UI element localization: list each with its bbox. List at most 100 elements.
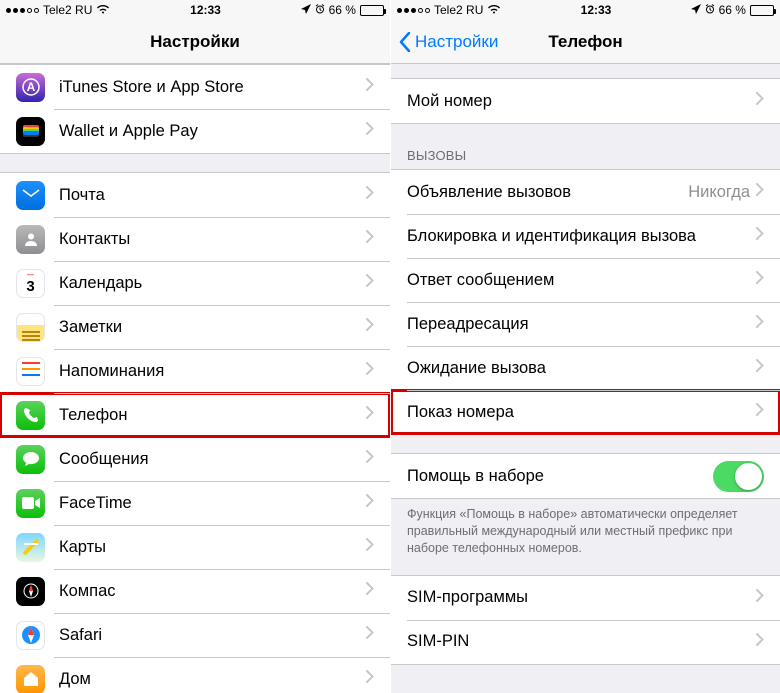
compass-icon [16, 577, 45, 606]
calendar-icon: —3 [16, 269, 45, 298]
row-label: SIM-PIN [407, 632, 756, 651]
row-label: iTunes Store и App Store [59, 78, 366, 97]
chevron-right-icon [366, 450, 374, 468]
phone-row-block-id[interactable]: Блокировка и идентификация вызова [391, 214, 780, 258]
mail-icon [16, 181, 45, 210]
back-label: Настройки [415, 32, 498, 52]
chevron-right-icon [366, 362, 374, 380]
phone-row-announce[interactable]: Объявление вызовов Никогда [391, 170, 780, 214]
chevron-right-icon [366, 318, 374, 336]
status-bar: Tele2 RU 12:33 66 % [0, 0, 390, 20]
chevron-right-icon [756, 359, 764, 377]
row-label: Помощь в наборе [407, 467, 713, 486]
chevron-right-icon [366, 582, 374, 600]
row-label: Компас [59, 582, 366, 601]
status-time: 12:33 [581, 3, 612, 17]
row-label: Wallet и Apple Pay [59, 122, 366, 141]
row-label: SIM-программы [407, 588, 756, 607]
row-label: Почта [59, 186, 366, 205]
chevron-right-icon [366, 274, 374, 292]
battery-icon [360, 5, 384, 16]
settings-row-mail[interactable]: Почта [0, 173, 390, 217]
chevron-right-icon [756, 589, 764, 607]
row-label: Показ номера [407, 403, 756, 422]
messages-icon [16, 445, 45, 474]
chevron-right-icon [366, 670, 374, 688]
location-icon [301, 3, 311, 17]
chevron-right-icon [366, 230, 374, 248]
chevron-right-icon [366, 406, 374, 424]
settings-row-reminders[interactable]: Напоминания [0, 349, 390, 393]
alarm-icon [705, 3, 715, 17]
back-button[interactable]: Настройки [399, 32, 498, 52]
row-label: Ответ сообщением [407, 271, 756, 290]
chevron-right-icon [756, 403, 764, 421]
row-label: Объявление вызовов [407, 183, 688, 202]
settings-row-calendar[interactable]: —3 Календарь [0, 261, 390, 305]
nav-bar: Настройки [0, 20, 390, 64]
phone-row-my-number[interactable]: Мой номер [391, 79, 780, 123]
wifi-icon [487, 3, 501, 17]
nav-bar: Настройки Телефон [391, 20, 780, 64]
phone-row-waiting[interactable]: Ожидание вызова [391, 346, 780, 390]
chevron-right-icon [366, 78, 374, 96]
chevron-right-icon [366, 122, 374, 140]
home-icon [16, 665, 45, 693]
row-label: Мой номер [407, 92, 756, 111]
chevron-right-icon [756, 315, 764, 333]
phone-settings-screen: Tele2 RU 12:33 66 % Настройки Телефон Мо… [390, 0, 780, 693]
dial-assist-toggle[interactable] [713, 461, 764, 492]
settings-row-wallet[interactable]: Wallet и Apple Pay [0, 109, 390, 153]
row-label: Заметки [59, 318, 366, 337]
settings-row-contacts[interactable]: Контакты [0, 217, 390, 261]
phone-row-show-number[interactable]: Показ номера [391, 390, 780, 434]
carrier-label: Tele2 RU [43, 3, 92, 17]
row-label: Сообщения [59, 450, 366, 469]
settings-row-home[interactable]: Дом [0, 657, 390, 693]
settings-row-compass[interactable]: Компас [0, 569, 390, 613]
settings-screen: Tele2 RU 12:33 66 % Настройки A iTunes S… [0, 0, 390, 693]
settings-row-messages[interactable]: Сообщения [0, 437, 390, 481]
row-label: Ожидание вызова [407, 359, 756, 378]
chevron-right-icon [756, 271, 764, 289]
svg-text:A: A [26, 80, 35, 94]
chevron-right-icon [756, 92, 764, 110]
chevron-right-icon [756, 183, 764, 201]
wallet-icon [16, 117, 45, 146]
chevron-right-icon [366, 626, 374, 644]
facetime-icon [16, 489, 45, 518]
phone-row-sim-pin[interactable]: SIM-PIN [391, 620, 780, 664]
phone-row-dial-assist[interactable]: Помощь в наборе [391, 454, 780, 498]
phone-row-reply-sms[interactable]: Ответ сообщением [391, 258, 780, 302]
settings-row-phone[interactable]: Телефон [0, 393, 390, 437]
row-label: Блокировка и идентификация вызова [407, 227, 756, 246]
settings-row-itunes[interactable]: A iTunes Store и App Store [0, 65, 390, 109]
notes-icon [16, 313, 45, 342]
row-label: FaceTime [59, 494, 366, 513]
row-label: Safari [59, 626, 366, 645]
settings-row-facetime[interactable]: FaceTime [0, 481, 390, 525]
row-label: Напоминания [59, 362, 366, 381]
signal-dots-icon [6, 8, 39, 13]
battery-icon [750, 5, 774, 16]
phone-icon [16, 401, 45, 430]
row-label: Контакты [59, 230, 366, 249]
contacts-icon [16, 225, 45, 254]
phone-row-forwarding[interactable]: Переадресация [391, 302, 780, 346]
safari-icon [16, 621, 45, 650]
settings-row-safari[interactable]: Safari [0, 613, 390, 657]
row-label: Переадресация [407, 315, 756, 334]
chevron-right-icon [756, 227, 764, 245]
carrier-label: Tele2 RU [434, 3, 483, 17]
dial-assist-footer: Функция «Помощь в наборе» автоматически … [391, 499, 780, 557]
phone-row-sim-apps[interactable]: SIM-программы [391, 576, 780, 620]
alarm-icon [315, 3, 325, 17]
chevron-right-icon [756, 633, 764, 651]
chevron-right-icon [366, 494, 374, 512]
page-title: Настройки [150, 32, 240, 52]
status-time: 12:33 [190, 3, 221, 17]
settings-row-maps[interactable]: Карты [0, 525, 390, 569]
settings-row-notes[interactable]: Заметки [0, 305, 390, 349]
maps-icon [16, 533, 45, 562]
status-bar: Tele2 RU 12:33 66 % [391, 0, 780, 20]
